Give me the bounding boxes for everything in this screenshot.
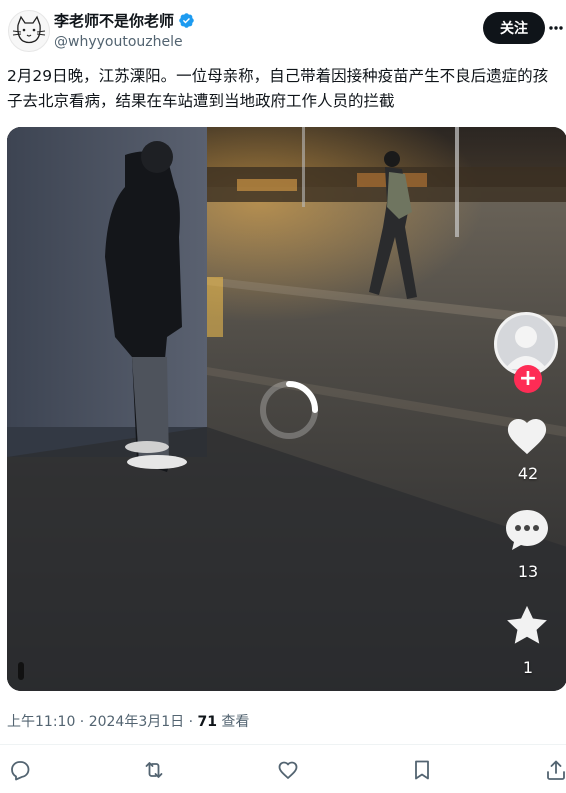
author-display-name: 李老师不是你老师 <box>54 12 175 30</box>
views-count: 71 <box>197 714 217 730</box>
loading-spinner-icon <box>260 381 318 439</box>
favorite-count: 1 <box>522 658 534 677</box>
cat-sketch-icon <box>12 15 46 44</box>
author-handle[interactable]: @whyyoutouzhele <box>54 34 183 50</box>
avatar[interactable] <box>8 10 50 52</box>
video-player[interactable]: + 42 13 1 <box>7 127 566 691</box>
favorite-star-icon[interactable] <box>504 604 550 648</box>
follow-creator-button[interactable]: + <box>514 365 542 393</box>
tweet-meta: 上午11:10 · 2024年3月1日 · 71 查看 <box>7 711 249 731</box>
retweet-icon[interactable] <box>142 758 166 782</box>
bookmark-icon[interactable] <box>410 758 434 782</box>
more-options-icon[interactable] <box>548 18 564 38</box>
divider <box>0 744 566 745</box>
heart-icon[interactable] <box>504 414 550 456</box>
like-icon[interactable] <box>276 758 300 782</box>
views-label: 查看 <box>216 714 250 730</box>
comment-count: 13 <box>517 562 539 581</box>
tweet-action-bar <box>0 754 566 786</box>
comment-icon[interactable] <box>504 508 550 552</box>
reply-icon[interactable] <box>8 758 32 782</box>
follow-button[interactable]: 关注 <box>483 12 545 44</box>
author-name[interactable]: 李老师不是你老师 <box>54 12 195 30</box>
share-icon[interactable] <box>544 758 566 782</box>
tweet-timestamp[interactable]: 上午11:10 · 2024年3月1日 · <box>7 714 198 730</box>
scrub-handle-icon[interactable] <box>16 662 26 680</box>
verified-badge-icon <box>179 13 194 28</box>
tweet-text: 2月29日晚，江苏溧阳。一位母亲称，自己带着因接种疫苗产生不良后遗症的孩子去北京… <box>7 67 549 110</box>
like-count: 42 <box>517 464 539 483</box>
